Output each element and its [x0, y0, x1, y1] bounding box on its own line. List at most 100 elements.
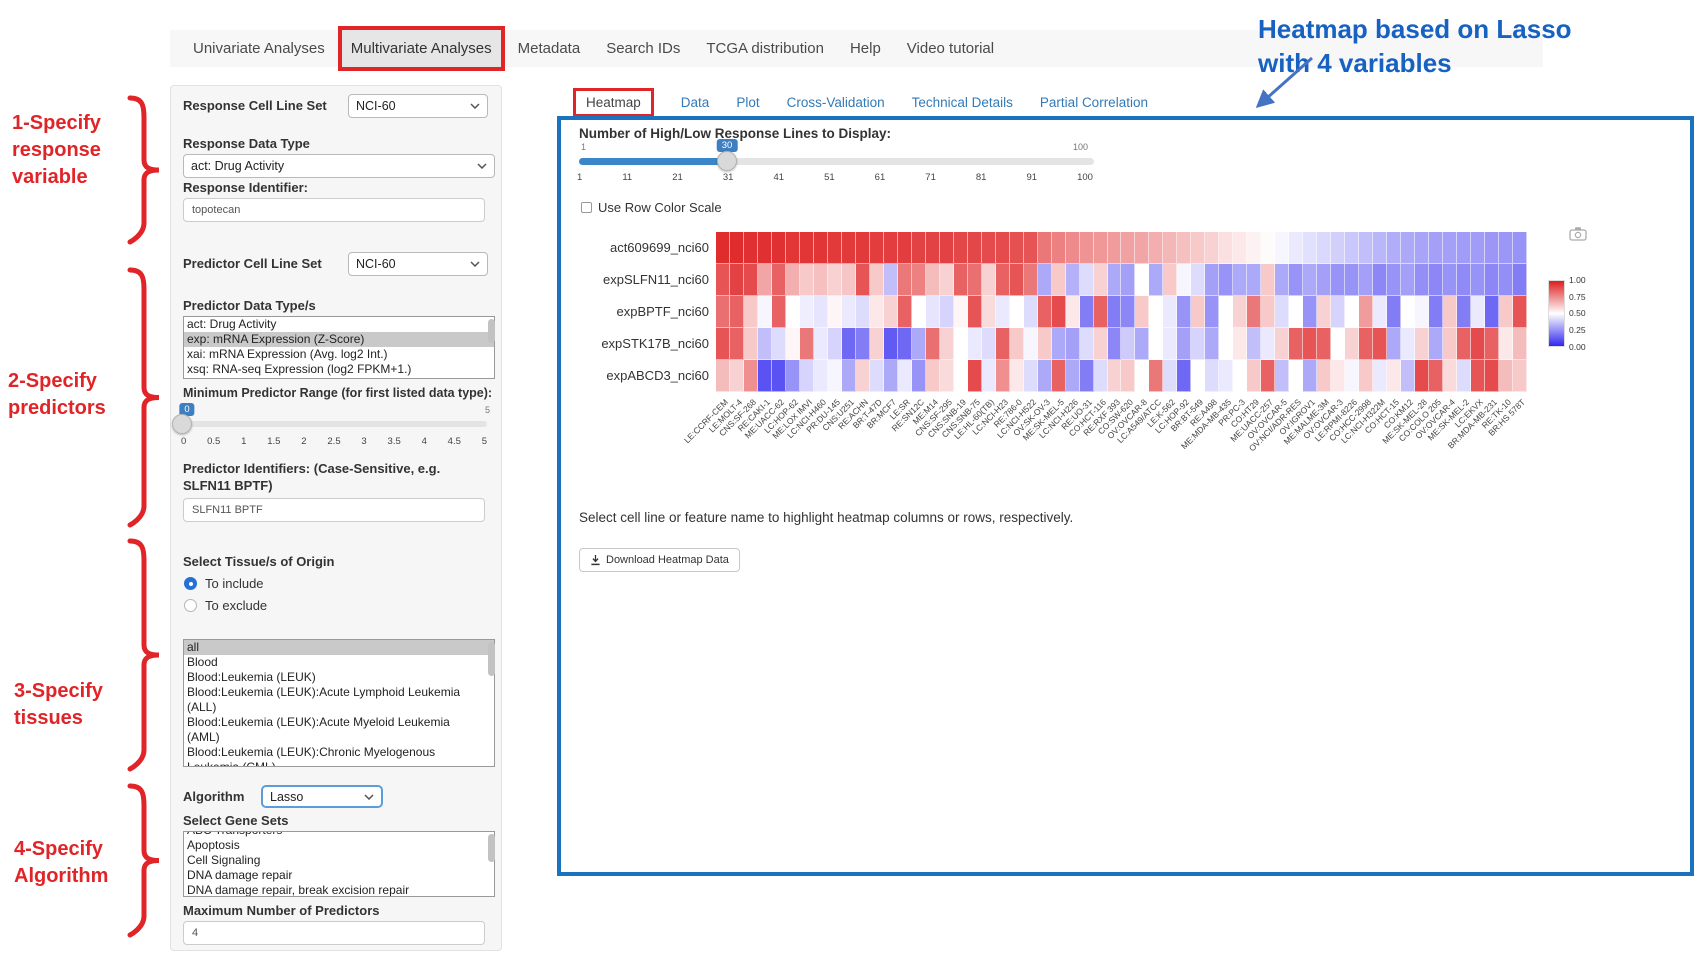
heatmap-cell[interactable] — [1345, 296, 1359, 328]
heatmap-cell[interactable] — [1149, 328, 1163, 360]
heatmap-cell[interactable] — [1205, 264, 1219, 296]
min-predictor-range-handle[interactable] — [172, 414, 192, 434]
heatmap-cell[interactable] — [1261, 232, 1275, 264]
heatmap-cell[interactable] — [968, 328, 982, 360]
heatmap-cell[interactable] — [1373, 360, 1387, 392]
heatmap-cell[interactable] — [1387, 296, 1401, 328]
heatmap-cell[interactable] — [1038, 264, 1052, 296]
heatmap-cell[interactable] — [1401, 232, 1415, 264]
response-lines-slider-handle[interactable] — [717, 151, 737, 171]
heatmap-cell[interactable] — [828, 296, 842, 328]
heatmap-cell[interactable] — [884, 360, 898, 392]
scrollbar-thumb[interactable] — [488, 642, 495, 676]
heatmap-cell[interactable] — [1429, 360, 1443, 392]
heatmap-cell[interactable] — [1485, 232, 1499, 264]
heatmap-cell[interactable] — [1387, 328, 1401, 360]
heatmap-cell[interactable] — [1024, 328, 1038, 360]
heatmap-row-label[interactable]: expSLFN11_nci60 — [561, 264, 709, 296]
heatmap-cell[interactable] — [1163, 264, 1177, 296]
heatmap-cell[interactable] — [1303, 232, 1317, 264]
heatmap-cell[interactable] — [1247, 232, 1261, 264]
heatmap-cell[interactable] — [772, 296, 786, 328]
heatmap-cell[interactable] — [1289, 296, 1303, 328]
heatmap-cell[interactable] — [898, 328, 912, 360]
heatmap-cell[interactable] — [898, 264, 912, 296]
heatmap-cell[interactable] — [1094, 296, 1108, 328]
heatmap-cell[interactable] — [996, 296, 1010, 328]
listbox-option[interactable]: Blood:Leukemia (LEUK):Acute Lymphoid Leu… — [184, 685, 494, 715]
heatmap-cell[interactable] — [828, 264, 842, 296]
heatmap-cell[interactable] — [814, 296, 828, 328]
heatmap-cell[interactable] — [1149, 264, 1163, 296]
heatmap-cell[interactable] — [1513, 232, 1527, 264]
heatmap-cell[interactable] — [1429, 296, 1443, 328]
heatmap-cell[interactable] — [800, 296, 814, 328]
heatmap-cell[interactable] — [870, 232, 884, 264]
heatmap-cell[interactable] — [1010, 264, 1024, 296]
heatmap-cell[interactable] — [1108, 264, 1122, 296]
heatmap-cell[interactable] — [870, 296, 884, 328]
heatmap-cell[interactable] — [870, 264, 884, 296]
heatmap-cell[interactable] — [716, 296, 730, 328]
main-tab[interactable]: Plot — [736, 95, 759, 110]
heatmap-cell[interactable] — [1038, 360, 1052, 392]
heatmap-cell[interactable] — [744, 296, 758, 328]
heatmap-cell[interactable] — [1219, 328, 1233, 360]
heatmap-cell[interactable] — [1163, 360, 1177, 392]
heatmap-cell[interactable] — [1275, 264, 1289, 296]
heatmap-cell[interactable] — [926, 232, 940, 264]
heatmap-cell[interactable] — [1080, 296, 1094, 328]
heatmap-cell[interactable] — [1317, 232, 1331, 264]
heatmap-cell[interactable] — [1177, 328, 1191, 360]
heatmap-cell[interactable] — [1108, 232, 1122, 264]
heatmap-cell[interactable] — [1261, 360, 1275, 392]
heatmap-cell[interactable] — [1289, 264, 1303, 296]
heatmap-cell[interactable] — [1066, 296, 1080, 328]
camera-icon[interactable] — [1569, 226, 1587, 241]
heatmap-cell[interactable] — [1094, 360, 1108, 392]
heatmap-cell[interactable] — [1317, 328, 1331, 360]
heatmap-cell[interactable] — [744, 328, 758, 360]
heatmap-cell[interactable] — [968, 264, 982, 296]
heatmap-cell[interactable] — [1443, 264, 1457, 296]
response-data-type-select[interactable]: act: Drug Activity — [183, 154, 495, 178]
heatmap-cell[interactable] — [1094, 328, 1108, 360]
heatmap-cell[interactable] — [744, 360, 758, 392]
listbox-option[interactable]: xsq: RNA-seq Expression (log2 FPKM+1.) — [184, 362, 494, 377]
heatmap-cell[interactable] — [842, 360, 856, 392]
heatmap-cell[interactable] — [1024, 360, 1038, 392]
heatmap-cell[interactable] — [1052, 296, 1066, 328]
heatmap-cell[interactable] — [1373, 232, 1387, 264]
heatmap-cell[interactable] — [1513, 264, 1527, 296]
heatmap-cell[interactable] — [1219, 360, 1233, 392]
heatmap-cell[interactable] — [1247, 264, 1261, 296]
heatmap-cell[interactable] — [926, 328, 940, 360]
heatmap-cell[interactable] — [1191, 232, 1205, 264]
heatmap-cell[interactable] — [1038, 328, 1052, 360]
heatmap-cell[interactable] — [1345, 264, 1359, 296]
heatmap-cell[interactable] — [996, 232, 1010, 264]
heatmap-cell[interactable] — [716, 360, 730, 392]
heatmap-cell[interactable] — [1457, 296, 1471, 328]
heatmap-cell[interactable] — [1094, 232, 1108, 264]
heatmap-cell[interactable] — [1485, 264, 1499, 296]
heatmap-cell[interactable] — [1247, 296, 1261, 328]
main-tab[interactable]: Data — [681, 95, 710, 110]
heatmap-cell[interactable] — [730, 232, 744, 264]
heatmap-cell[interactable] — [912, 360, 926, 392]
heatmap-cell[interactable] — [1415, 328, 1429, 360]
heatmap-cell[interactable] — [1513, 328, 1527, 360]
nav-tab[interactable]: TCGA distribution — [693, 30, 837, 67]
heatmap-cell[interactable] — [716, 328, 730, 360]
heatmap-cell[interactable] — [814, 232, 828, 264]
heatmap-cell[interactable] — [1135, 328, 1149, 360]
listbox-option[interactable]: ABC Transporters — [184, 831, 494, 838]
heatmap-cell[interactable] — [1066, 232, 1080, 264]
heatmap-cell[interactable] — [912, 296, 926, 328]
heatmap-cell[interactable] — [1429, 232, 1443, 264]
heatmap-cell[interactable] — [1108, 328, 1122, 360]
heatmap-cell[interactable] — [814, 360, 828, 392]
heatmap-cell[interactable] — [1471, 328, 1485, 360]
heatmap-cell[interactable] — [1443, 328, 1457, 360]
heatmap-cell[interactable] — [786, 328, 800, 360]
